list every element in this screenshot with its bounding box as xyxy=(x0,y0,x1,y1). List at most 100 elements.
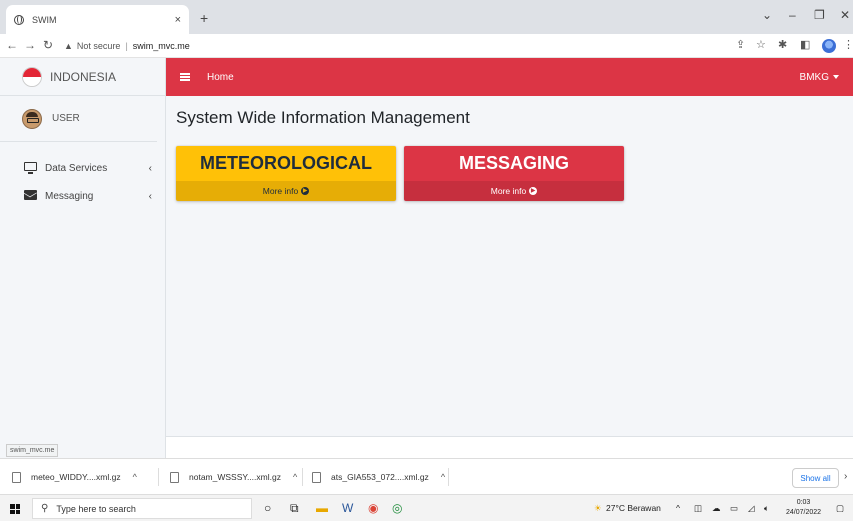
meteorological-card: METEOROLOGICAL More info ▶ xyxy=(176,146,396,201)
messaging-card: MESSAGING More info ▶ xyxy=(404,146,624,201)
task-view-icon[interactable]: ⧉ xyxy=(290,501,299,516)
browser-tab-strip: SWIM × + ⌄ – ❐ ✕ xyxy=(0,0,853,34)
url-text: swim_mvc.me xyxy=(132,41,190,51)
chevron-left-icon: ‹ xyxy=(148,190,152,202)
reload-icon[interactable]: ↻ xyxy=(43,38,53,52)
sidebar-item-label: Data Services xyxy=(45,162,108,174)
divider xyxy=(302,468,303,486)
top-navbar: Home BMKG xyxy=(166,58,853,96)
sidebar-item-data-services[interactable]: Data Services ‹ xyxy=(0,154,166,182)
caret-down-icon xyxy=(833,74,839,79)
arrow-circle-right-icon: ▶ xyxy=(529,187,538,195)
menu-kebab-icon[interactable]: ⋮ xyxy=(843,38,853,51)
more-info-label: More info xyxy=(262,186,299,196)
clock-date: 24/07/2022 xyxy=(786,509,822,516)
sidebar-item-messaging[interactable]: Messaging ‹ xyxy=(0,182,166,210)
page-footer xyxy=(166,436,853,458)
file-explorer-icon[interactable]: ▬ xyxy=(316,501,328,515)
brand-text: INDONESIA xyxy=(50,69,117,84)
file-icon xyxy=(12,471,21,483)
user-avatar xyxy=(22,108,42,129)
battery-icon[interactable]: ▭ xyxy=(730,503,738,514)
chevron-left-icon: ‹ xyxy=(148,162,152,174)
download-item[interactable]: notam_WSSSY....xml.gz ^ xyxy=(170,467,297,487)
card-title: MESSAGING xyxy=(404,146,624,181)
sidebar-item-label: Messaging xyxy=(45,190,94,202)
sidepanel-icon[interactable]: ◧ xyxy=(800,38,810,51)
browser-toolbar: ← → ↻ ▲ Not secure | swim_mvc.me ⇪ ☆ ✱ ◧… xyxy=(0,34,853,58)
nav-home-link[interactable]: Home xyxy=(207,72,234,83)
user-name: USER xyxy=(52,113,80,124)
new-tab-button[interactable]: + xyxy=(200,10,208,26)
windows-taskbar: ⚲ Type here to search ○ ⧉ ▬ W ◉ ◎ ☀ 27°C… xyxy=(0,494,853,521)
tray-app-icon[interactable]: ◫ xyxy=(694,503,702,514)
tray-chevron-icon[interactable]: ^ xyxy=(676,503,680,513)
account-label: BMKG xyxy=(799,71,829,83)
more-info-label: More info xyxy=(490,186,527,196)
download-item[interactable]: ats_GIA553_072....xml.gz ^ xyxy=(312,467,445,487)
indonesia-flag-icon xyxy=(22,66,42,87)
more-info-link[interactable]: More info ▶ xyxy=(404,181,624,201)
arrow-circle-right-icon: ▶ xyxy=(301,187,310,195)
taskbar-clock[interactable]: 0:03 24/07/2022 xyxy=(786,498,821,518)
wifi-icon[interactable]: ◿ xyxy=(748,503,755,514)
desktop-icon xyxy=(24,162,38,174)
sidebar: INDONESIA USER Data Services ‹ Messaging… xyxy=(0,58,166,458)
divider xyxy=(448,468,449,486)
word-icon[interactable]: W xyxy=(342,501,353,515)
chrome-icon[interactable]: ◉ xyxy=(368,501,378,515)
back-icon[interactable]: ← xyxy=(6,38,18,52)
weather-text[interactable]: 27°C Berawan xyxy=(606,503,661,513)
browser-tab[interactable]: SWIM × xyxy=(6,5,189,34)
extensions-icon[interactable]: ✱ xyxy=(778,38,787,51)
minimize-icon[interactable]: – xyxy=(789,8,796,22)
chevron-up-icon[interactable]: ^ xyxy=(133,472,137,482)
restore-icon[interactable]: ❐ xyxy=(814,8,825,22)
status-bar-url: swim_mvc.me xyxy=(6,444,59,457)
chevron-up-icon[interactable]: ^ xyxy=(293,472,297,482)
bookmark-star-icon[interactable]: ☆ xyxy=(756,38,766,51)
download-filename: notam_WSSSY....xml.gz xyxy=(189,472,281,482)
account-dropdown[interactable]: BMKG xyxy=(800,72,839,83)
user-panel[interactable]: USER xyxy=(0,96,157,142)
warning-icon: ▲ xyxy=(64,41,73,51)
weather-icon: ☀ xyxy=(594,503,602,513)
page-title: System Wide Information Management xyxy=(176,108,470,127)
download-item[interactable]: meteo_WIDDY....xml.gz ^ xyxy=(12,467,137,487)
search-placeholder: Type here to search xyxy=(56,503,136,514)
file-icon xyxy=(170,471,179,483)
globe-icon xyxy=(14,14,24,25)
divider xyxy=(158,468,159,486)
share-icon[interactable]: ⇪ xyxy=(736,38,745,51)
close-shelf-icon[interactable]: › xyxy=(844,471,847,482)
forward-icon[interactable]: → xyxy=(24,38,36,52)
download-filename: ats_GIA553_072....xml.gz xyxy=(331,472,429,482)
address-bar[interactable]: ▲ Not secure | swim_mvc.me xyxy=(64,37,724,55)
tab-close-button[interactable]: × xyxy=(175,14,181,26)
file-icon xyxy=(312,471,321,483)
cortana-icon[interactable]: ○ xyxy=(264,501,271,515)
tab-title: SWIM xyxy=(32,14,57,25)
profile-avatar[interactable] xyxy=(822,39,836,53)
screen: SWIM × + ⌄ – ❐ ✕ ← → ↻ ▲ Not secure | sw… xyxy=(0,0,853,521)
clock-time: 0:03 xyxy=(796,499,811,506)
speaker-icon[interactable]: 🔈︎ xyxy=(764,503,769,514)
show-all-button[interactable]: Show all xyxy=(792,468,839,488)
windows-start-icon[interactable] xyxy=(10,504,20,514)
tab-search-icon[interactable]: ⌄ xyxy=(762,8,772,22)
more-info-link[interactable]: More info ▶ xyxy=(176,181,396,201)
chevron-up-icon[interactable]: ^ xyxy=(441,472,445,482)
cloud-icon[interactable]: ☁ xyxy=(712,503,721,514)
notification-icon[interactable]: ▢ xyxy=(836,503,844,514)
security-label: Not secure xyxy=(76,41,121,51)
app-icon[interactable]: ◎ xyxy=(392,501,402,515)
main-content: System Wide Information Management METEO… xyxy=(166,96,853,436)
hamburger-menu-icon[interactable] xyxy=(180,73,190,81)
close-window-icon[interactable]: ✕ xyxy=(840,8,850,22)
url-separator: | xyxy=(125,41,128,51)
taskbar-search[interactable]: ⚲ Type here to search xyxy=(32,498,252,519)
brand-link[interactable]: INDONESIA xyxy=(0,58,165,96)
download-shelf: meteo_WIDDY....xml.gz ^ notam_WSSSY....x… xyxy=(0,458,853,494)
envelope-icon xyxy=(24,189,38,203)
card-title: METEOROLOGICAL xyxy=(176,146,396,181)
